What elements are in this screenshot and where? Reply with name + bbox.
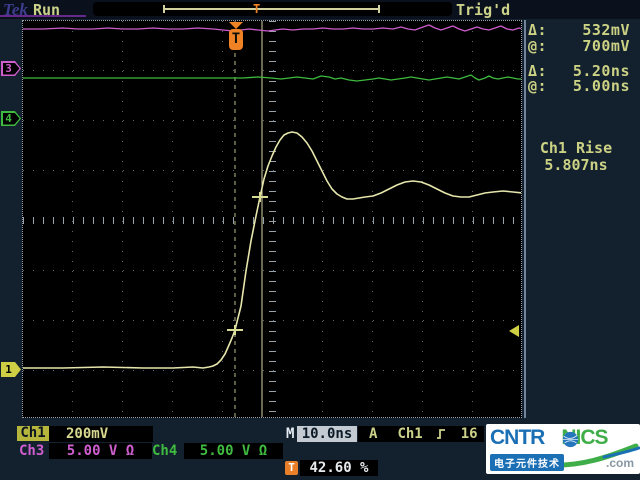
ch1-trace bbox=[23, 131, 521, 369]
cursor-at-time-row: @: 5.00ns bbox=[528, 77, 630, 95]
logo-wordmark: CNTR NICS bbox=[490, 426, 609, 449]
ch4-channel-label[interactable]: Ch4 bbox=[152, 443, 177, 459]
oscilloscope-screen: Tek Run T Trig'd T 3 4 1 Δ: 532mV @: 700… bbox=[0, 0, 640, 480]
trigger-source: Ch1 bbox=[397, 426, 423, 442]
graticule: T bbox=[22, 20, 523, 419]
ch1-scale-readout: 200mV bbox=[49, 426, 153, 442]
record-view-left-bracket bbox=[163, 5, 165, 13]
cursor-at-voltage: 700mV bbox=[582, 37, 630, 55]
ch3-trace bbox=[23, 24, 521, 32]
ch3-channel-label[interactable]: Ch3 bbox=[19, 443, 44, 459]
ch3-ground-marker[interactable]: 3 bbox=[1, 61, 21, 76]
at-icon: @: bbox=[528, 77, 548, 95]
waveform-layer bbox=[23, 21, 521, 417]
tek-logo: Tek bbox=[3, 0, 28, 19]
trigger-level-partial: 16 bbox=[460, 426, 478, 442]
measurement-readout: Ch1 Rise 5.807ns bbox=[518, 140, 634, 174]
trigger-t-icon: T bbox=[285, 461, 298, 475]
trigger-position-badge[interactable]: T bbox=[229, 29, 243, 50]
ch1-ground-marker[interactable]: 1 bbox=[1, 362, 21, 377]
record-trigger-position-icon: T bbox=[253, 2, 261, 16]
ch1-channel-badge[interactable]: Ch1 bbox=[17, 426, 49, 441]
trigger-status: Trig'd bbox=[456, 1, 511, 19]
ch4-ground-marker[interactable]: 4 bbox=[1, 111, 21, 126]
trigger-readout: A Ch1 16 bbox=[358, 426, 484, 442]
rising-edge-icon bbox=[436, 429, 445, 439]
cursor-at-time: 5.00ns bbox=[572, 77, 630, 95]
cursor-1-cross-icon bbox=[234, 325, 236, 335]
record-view-right-bracket bbox=[378, 5, 380, 13]
ch4-scale-readout: 5.00 V Ω bbox=[184, 443, 283, 459]
logo-tld: .com bbox=[605, 456, 634, 470]
timebase-label: M bbox=[286, 426, 295, 442]
trigger-position-percent: 42.60 % bbox=[300, 460, 378, 476]
globe-icon bbox=[562, 431, 579, 448]
graticule-right-edge-strip bbox=[524, 20, 526, 418]
acquisition-status: Run bbox=[33, 1, 61, 19]
cursor-at-voltage-row: @: 700mV bbox=[528, 37, 630, 55]
cntronics-logo[interactable]: CNTR NICS 电子元件技术 .com bbox=[486, 424, 640, 474]
measurement-value: 5.807ns bbox=[544, 156, 608, 174]
ch4-trace bbox=[23, 74, 521, 82]
timebase-readout[interactable]: 10.0ns bbox=[297, 426, 357, 442]
record-view-line bbox=[163, 8, 380, 10]
measurement-label: Ch1 Rise bbox=[539, 139, 613, 157]
ch3-scale-readout: 5.00 V Ω bbox=[49, 443, 152, 459]
trigger-position-arrow-icon[interactable] bbox=[229, 22, 243, 29]
logo-tagline: 电子元件技术 bbox=[490, 454, 564, 471]
trigger-a-label: A bbox=[369, 426, 378, 442]
record-view-bar: T bbox=[93, 2, 452, 16]
at-icon: @: bbox=[528, 37, 548, 55]
trigger-level-arrow-icon[interactable] bbox=[509, 325, 519, 337]
cursor-2-cross-icon bbox=[259, 192, 261, 202]
